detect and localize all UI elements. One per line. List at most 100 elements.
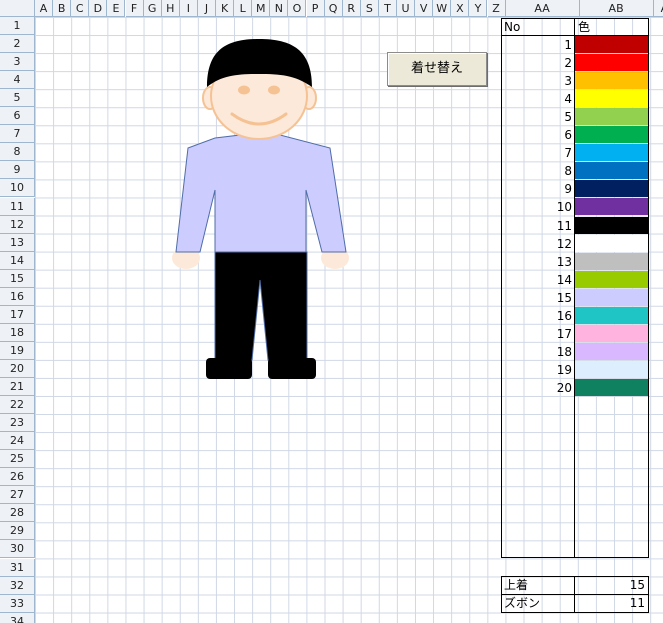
column-header[interactable]: N bbox=[270, 0, 289, 17]
color-swatch[interactable] bbox=[575, 180, 648, 198]
color-swatch[interactable] bbox=[575, 216, 648, 234]
column-header[interactable]: I bbox=[179, 0, 198, 17]
summary-top-label[interactable]: 上着 bbox=[504, 577, 528, 594]
color-number[interactable]: 11 bbox=[502, 217, 574, 235]
color-number[interactable]: 17 bbox=[502, 325, 574, 343]
color-swatch[interactable] bbox=[575, 36, 648, 53]
column-header[interactable]: B bbox=[53, 0, 72, 17]
color-swatch[interactable] bbox=[575, 90, 648, 108]
column-header[interactable]: AC bbox=[653, 0, 663, 17]
column-header[interactable]: X bbox=[451, 0, 470, 17]
summary-top-value[interactable]: 15 bbox=[575, 577, 645, 594]
column-header[interactable]: D bbox=[89, 0, 108, 17]
column-header[interactable]: U bbox=[397, 0, 416, 17]
color-number[interactable]: 1 bbox=[502, 36, 574, 54]
color-swatch[interactable] bbox=[575, 324, 648, 342]
color-number[interactable]: 2 bbox=[502, 54, 574, 72]
column-header[interactable]: Y bbox=[469, 0, 488, 17]
row-header[interactable]: 23 bbox=[0, 414, 35, 433]
row-header[interactable]: 9 bbox=[0, 161, 35, 180]
column-header[interactable]: V bbox=[415, 0, 434, 17]
row-header[interactable]: 15 bbox=[0, 269, 35, 288]
dress-up-button[interactable]: 着せ替え bbox=[387, 52, 487, 86]
column-header[interactable]: AB bbox=[579, 0, 654, 17]
color-swatch[interactable] bbox=[575, 252, 648, 270]
color-swatch[interactable] bbox=[575, 72, 648, 90]
color-number[interactable]: 12 bbox=[502, 235, 574, 253]
row-header[interactable]: 29 bbox=[0, 522, 35, 541]
column-header[interactable]: S bbox=[360, 0, 379, 17]
row-header[interactable]: 21 bbox=[0, 378, 35, 397]
column-header[interactable]: F bbox=[125, 0, 144, 17]
color-number[interactable]: 5 bbox=[502, 108, 574, 126]
row-header[interactable]: 6 bbox=[0, 107, 35, 126]
row-header[interactable]: 33 bbox=[0, 594, 35, 613]
row-header[interactable]: 16 bbox=[0, 287, 35, 306]
row-header[interactable]: 18 bbox=[0, 323, 35, 342]
color-number[interactable]: 16 bbox=[502, 307, 574, 325]
row-header[interactable]: 25 bbox=[0, 450, 35, 469]
color-swatch[interactable] bbox=[575, 342, 648, 360]
column-header[interactable]: E bbox=[107, 0, 126, 17]
column-header[interactable]: W bbox=[433, 0, 452, 17]
color-swatch[interactable] bbox=[575, 162, 648, 180]
color-number[interactable]: 20 bbox=[502, 379, 574, 397]
row-header[interactable]: 20 bbox=[0, 359, 35, 378]
row-header[interactable]: 3 bbox=[0, 53, 35, 72]
column-header[interactable]: G bbox=[143, 0, 162, 17]
column-header[interactable]: C bbox=[71, 0, 90, 17]
color-swatch[interactable] bbox=[575, 144, 648, 162]
color-swatch[interactable] bbox=[575, 270, 648, 288]
color-swatch[interactable] bbox=[575, 288, 648, 306]
summary-pants-value[interactable]: 11 bbox=[575, 595, 645, 612]
color-number[interactable]: 13 bbox=[502, 253, 574, 271]
column-header[interactable]: Q bbox=[324, 0, 343, 17]
color-swatch[interactable] bbox=[575, 108, 648, 126]
row-header[interactable]: 19 bbox=[0, 341, 35, 360]
column-header[interactable]: AA bbox=[505, 0, 580, 17]
column-header[interactable]: K bbox=[216, 0, 235, 17]
row-header[interactable]: 17 bbox=[0, 305, 35, 324]
color-number[interactable]: 18 bbox=[502, 343, 574, 361]
color-swatch[interactable] bbox=[575, 54, 648, 72]
row-header[interactable]: 28 bbox=[0, 504, 35, 523]
row-header[interactable]: 14 bbox=[0, 251, 35, 270]
color-swatch[interactable] bbox=[575, 198, 648, 216]
column-header[interactable]: A bbox=[35, 0, 54, 17]
column-header[interactable]: R bbox=[342, 0, 361, 17]
row-header[interactable]: 22 bbox=[0, 396, 35, 415]
row-header[interactable]: 5 bbox=[0, 89, 35, 108]
row-header[interactable]: 7 bbox=[0, 125, 35, 144]
column-header[interactable]: P bbox=[306, 0, 325, 17]
color-number[interactable]: 19 bbox=[502, 361, 574, 379]
column-header[interactable]: H bbox=[161, 0, 180, 17]
row-header[interactable]: 30 bbox=[0, 540, 35, 559]
color-number[interactable]: 4 bbox=[502, 90, 574, 108]
color-swatch[interactable] bbox=[575, 306, 648, 324]
color-number[interactable]: 9 bbox=[502, 180, 574, 198]
color-number[interactable]: 6 bbox=[502, 126, 574, 144]
row-header[interactable]: 12 bbox=[0, 215, 35, 234]
dress-up-figure[interactable] bbox=[160, 30, 360, 390]
row-header[interactable]: 11 bbox=[0, 197, 35, 216]
color-swatch[interactable] bbox=[575, 378, 648, 396]
column-header[interactable]: M bbox=[252, 0, 271, 17]
row-header[interactable]: 26 bbox=[0, 468, 35, 487]
row-header[interactable]: 31 bbox=[0, 558, 35, 577]
color-number[interactable]: 15 bbox=[502, 289, 574, 307]
column-header[interactable]: J bbox=[197, 0, 216, 17]
column-header[interactable]: Z bbox=[487, 0, 506, 17]
row-header[interactable]: 4 bbox=[0, 71, 35, 90]
color-number[interactable]: 8 bbox=[502, 162, 574, 180]
row-header[interactable]: 1 bbox=[0, 17, 35, 36]
select-all-corner[interactable] bbox=[0, 0, 35, 17]
color-number[interactable]: 14 bbox=[502, 271, 574, 289]
color-swatch[interactable] bbox=[575, 360, 648, 378]
row-header[interactable]: 27 bbox=[0, 486, 35, 505]
row-header[interactable]: 24 bbox=[0, 432, 35, 451]
row-header[interactable]: 13 bbox=[0, 233, 35, 252]
color-number[interactable]: 3 bbox=[502, 72, 574, 90]
row-header[interactable]: 32 bbox=[0, 576, 35, 595]
color-number[interactable]: 10 bbox=[502, 198, 574, 216]
row-header[interactable]: 10 bbox=[0, 179, 35, 198]
